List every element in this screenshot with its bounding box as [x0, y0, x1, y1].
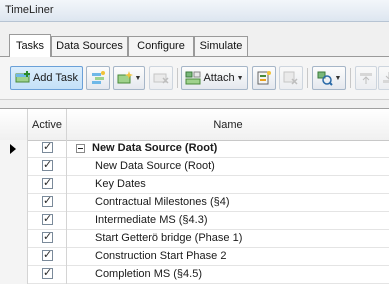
insert-task-button[interactable]: ▼	[113, 66, 145, 90]
active-cell	[28, 140, 67, 158]
grid-header: Active Name	[0, 109, 389, 141]
active-cell	[28, 176, 67, 194]
window-title-bar: TimeLiner	[0, 0, 389, 22]
delete-task-button[interactable]	[149, 66, 173, 90]
insert-task-icon	[117, 70, 133, 86]
add-task-icon	[15, 70, 31, 86]
collapse-toggle-icon[interactable]	[76, 144, 85, 153]
chevron-down-icon: ▼	[236, 74, 244, 82]
row-selector-header	[0, 109, 28, 140]
active-checkbox[interactable]	[42, 194, 53, 207]
chevron-down-icon: ▼	[134, 74, 142, 82]
row-selector[interactable]	[0, 230, 28, 248]
active-checkbox[interactable]	[42, 230, 53, 243]
attach-button[interactable]: Attach ▼	[181, 66, 248, 90]
task-grid: Active Name New Data Source (Root) New D…	[0, 108, 389, 285]
auto-add-tasks-button[interactable]	[86, 66, 110, 90]
column-header-active[interactable]: Active	[28, 109, 67, 140]
tab-data-sources[interactable]: Data Sources	[51, 36, 128, 56]
chevron-down-icon: ▼	[334, 74, 342, 82]
attach-label: Attach	[203, 72, 235, 84]
table-row[interactable]: Key Dates	[0, 176, 389, 194]
table-row[interactable]: Contractual Milestones (§4)	[0, 194, 389, 212]
clear-attachments-button[interactable]	[279, 66, 303, 90]
auto-add-icon	[90, 70, 106, 86]
table-row[interactable]: New Data Source (Root)	[0, 140, 389, 158]
task-name[interactable]: Key Dates	[95, 176, 146, 194]
find-items-button[interactable]: ▼	[312, 66, 346, 90]
active-cell	[28, 248, 67, 266]
row-selector[interactable]	[0, 266, 28, 284]
table-row[interactable]: Construction Start Phase 2	[0, 248, 389, 266]
task-name[interactable]: Intermediate MS (§4.3)	[95, 212, 208, 230]
move-up-button[interactable]	[355, 66, 377, 90]
column-header-name[interactable]: Name	[67, 109, 389, 140]
task-name[interactable]: New Data Source (Root)	[95, 158, 215, 176]
current-row-arrow-icon	[10, 144, 16, 154]
move-down-icon	[381, 70, 389, 86]
tab-tasks[interactable]: Tasks	[9, 34, 51, 57]
table-row[interactable]: New Data Source (Root)	[0, 158, 389, 176]
active-checkbox[interactable]	[42, 212, 53, 225]
row-selector[interactable]	[0, 140, 28, 158]
toolbar-separator	[307, 68, 308, 88]
row-selector[interactable]	[0, 212, 28, 230]
active-cell	[28, 212, 67, 230]
task-name[interactable]: Start Getterö bridge (Phase 1)	[95, 230, 242, 248]
tab-configure[interactable]: Configure	[128, 36, 194, 56]
active-checkbox[interactable]	[42, 266, 53, 279]
toolbar-separator	[177, 68, 178, 88]
active-checkbox[interactable]	[42, 248, 53, 261]
row-selector[interactable]	[0, 176, 28, 194]
add-task-label: Add Task	[32, 72, 79, 84]
task-name[interactable]: New Data Source (Root)	[92, 140, 217, 158]
task-name[interactable]: Contractual Milestones (§4)	[95, 194, 230, 212]
auto-attach-rules-button[interactable]	[252, 66, 276, 90]
window-title: TimeLiner	[5, 4, 54, 16]
row-selector[interactable]	[0, 248, 28, 266]
add-task-button[interactable]: Add Task	[10, 66, 83, 90]
clear-attach-icon	[283, 70, 299, 86]
toolbar-separator	[350, 68, 351, 88]
table-row[interactable]: Completion MS (§4.5)	[0, 266, 389, 284]
active-checkbox[interactable]	[42, 140, 53, 153]
active-cell	[28, 158, 67, 176]
find-items-icon	[317, 70, 333, 86]
tab-simulate[interactable]: Simulate	[194, 36, 248, 56]
task-name[interactable]: Completion MS (§4.5)	[95, 266, 202, 284]
move-down-button[interactable]	[378, 66, 389, 90]
active-checkbox[interactable]	[42, 176, 53, 189]
row-selector[interactable]	[0, 194, 28, 212]
active-checkbox[interactable]	[42, 158, 53, 171]
delete-icon	[153, 70, 169, 86]
active-cell	[28, 230, 67, 248]
active-cell	[28, 266, 67, 284]
row-selector[interactable]	[0, 158, 28, 176]
active-cell	[28, 194, 67, 212]
move-up-icon	[358, 70, 374, 86]
table-row[interactable]: Start Getterö bridge (Phase 1)	[0, 230, 389, 248]
attach-icon	[185, 70, 201, 86]
table-row[interactable]: Intermediate MS (§4.3)	[0, 212, 389, 230]
task-name[interactable]: Construction Start Phase 2	[95, 248, 226, 266]
rules-icon	[256, 70, 272, 86]
